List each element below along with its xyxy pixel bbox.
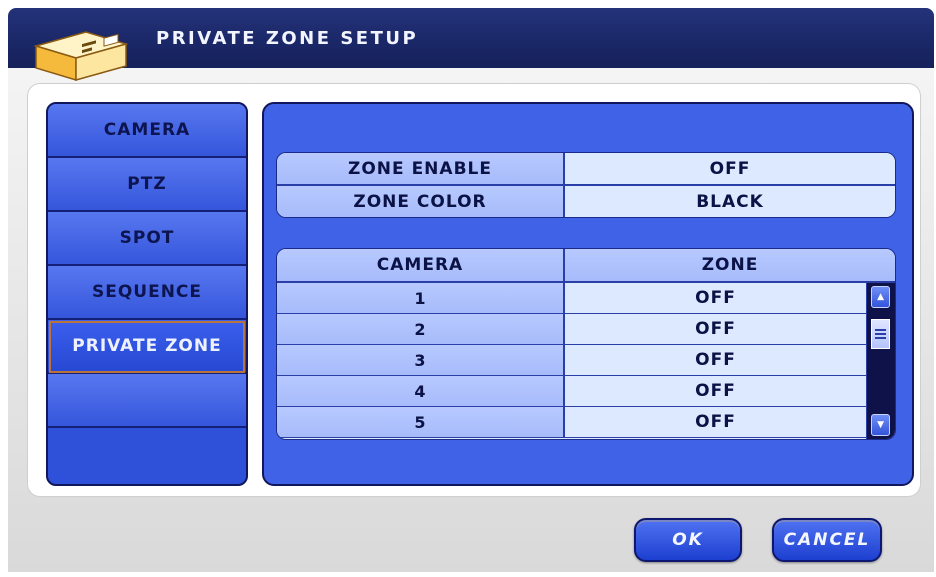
sidebar-item-spot[interactable]: SPOT xyxy=(48,212,246,266)
zone-settings-table: ZONE ENABLE OFF ZONE COLOR BLACK xyxy=(276,152,896,218)
scroll-thumb[interactable] xyxy=(871,319,891,349)
zone-color-row: ZONE COLOR BLACK xyxy=(277,184,895,217)
settings-sidebar: CAMERA PTZ SPOT SEQUENCE PRIVATE ZONE xyxy=(46,102,248,486)
camera-number[interactable]: 4 xyxy=(277,376,565,406)
title-bar: PRIVATE ZONE SETUP xyxy=(8,8,934,68)
camera-zone-table: CAMERA ZONE 1 OFF 2 OFF 3 OFF 4 OFF 5 OF… xyxy=(276,248,896,440)
scroll-down-button[interactable]: ▼ xyxy=(871,414,891,436)
scroll-up-button[interactable]: ▲ xyxy=(871,286,891,308)
zone-value[interactable]: OFF xyxy=(565,376,867,406)
camera-number[interactable]: 2 xyxy=(277,314,565,344)
camera-number[interactable]: 1 xyxy=(277,283,565,313)
zone-value[interactable]: OFF xyxy=(565,345,867,375)
zone-color-value[interactable]: BLACK xyxy=(565,186,895,217)
sidebar-item-private-zone[interactable]: PRIVATE ZONE xyxy=(48,320,246,374)
zone-table-scrollbar[interactable]: ▲ ▼ xyxy=(866,283,895,439)
table-row[interactable]: 5 OFF xyxy=(277,407,867,438)
cancel-button[interactable]: CANCEL xyxy=(772,518,882,562)
sidebar-item-ptz[interactable]: PTZ xyxy=(48,158,246,212)
table-row[interactable]: 3 OFF xyxy=(277,345,867,376)
chevron-up-icon: ▲ xyxy=(877,292,884,302)
table-row[interactable]: 1 OFF xyxy=(277,283,867,314)
zone-column-header: ZONE xyxy=(565,249,895,281)
camera-column-header: CAMERA xyxy=(277,249,565,281)
zone-value[interactable]: OFF xyxy=(565,283,867,313)
zone-enable-label: ZONE ENABLE xyxy=(277,153,565,184)
table-row[interactable]: 2 OFF xyxy=(277,314,867,345)
sidebar-item-empty xyxy=(48,374,246,428)
zone-enable-value[interactable]: OFF xyxy=(565,153,895,184)
zone-color-label: ZONE COLOR xyxy=(277,186,565,217)
zone-value[interactable]: OFF xyxy=(565,314,867,344)
table-row[interactable]: 4 OFF xyxy=(277,376,867,407)
camera-zone-table-body: 1 OFF 2 OFF 3 OFF 4 OFF 5 OFF ▲ ▼ xyxy=(277,283,895,439)
sidebar-item-camera[interactable]: CAMERA xyxy=(48,104,246,158)
window-title: PRIVATE ZONE SETUP xyxy=(156,28,419,49)
camera-number[interactable]: 5 xyxy=(277,407,565,437)
zone-enable-row: ZONE ENABLE OFF xyxy=(277,153,895,184)
ok-button[interactable]: OK xyxy=(634,518,742,562)
sidebar-item-sequence[interactable]: SEQUENCE xyxy=(48,266,246,320)
camera-zone-table-header: CAMERA ZONE xyxy=(277,249,895,283)
dvr-device-icon xyxy=(33,31,129,82)
chevron-down-icon: ▼ xyxy=(877,420,884,430)
camera-number[interactable]: 3 xyxy=(277,345,565,375)
zone-value[interactable]: OFF xyxy=(565,407,867,437)
camera-zone-rows: 1 OFF 2 OFF 3 OFF 4 OFF 5 OFF xyxy=(277,283,867,439)
